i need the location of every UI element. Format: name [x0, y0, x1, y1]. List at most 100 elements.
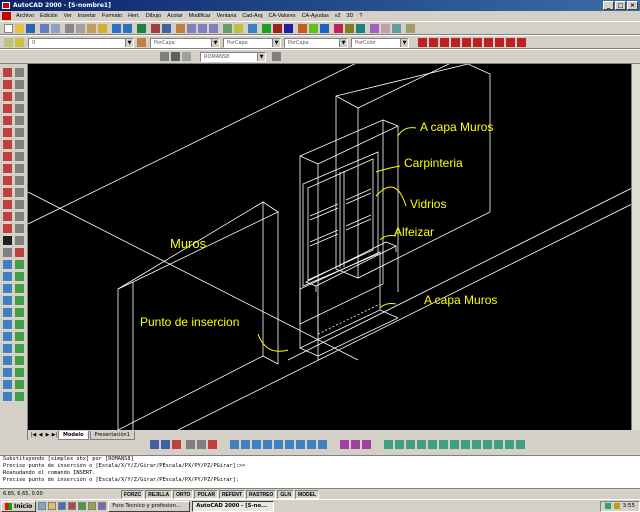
- osnap-endpoint-icon[interactable]: [418, 38, 427, 47]
- arq-left-19-icon[interactable]: [3, 368, 12, 377]
- explode-icon[interactable]: [3, 248, 12, 257]
- bottom-tool-9-icon[interactable]: [252, 440, 261, 449]
- arq-tool-7-icon[interactable]: [334, 24, 343, 33]
- prev-tab-icon[interactable]: ◀: [37, 431, 44, 439]
- move-icon[interactable]: [15, 128, 24, 137]
- arq-left-1-icon[interactable]: [3, 260, 12, 269]
- insert-block-icon[interactable]: [3, 176, 12, 185]
- arq-left-11-icon[interactable]: [3, 320, 12, 329]
- array-icon[interactable]: [15, 116, 24, 125]
- toggle-polar[interactable]: POLAR: [194, 489, 218, 499]
- arq-tool-4-icon[interactable]: [298, 24, 307, 33]
- lineweight-dropdown[interactable]: PorCapa ▼: [284, 38, 348, 48]
- arq-tool-5-icon[interactable]: [309, 24, 318, 33]
- arq-left-10-icon[interactable]: [15, 308, 24, 317]
- mirror-icon[interactable]: [15, 92, 24, 101]
- zoom-realtime-icon[interactable]: [187, 24, 196, 33]
- plotstyle-dropdown[interactable]: PorColor ▼: [351, 38, 409, 48]
- linetype-dropdown[interactable]: PorCapa ▼: [223, 38, 281, 48]
- layer-manager-icon[interactable]: [4, 38, 13, 47]
- task-autocad[interactable]: AutoCAD 2000 - [S-no...: [192, 500, 275, 512]
- offset-icon[interactable]: [15, 104, 24, 113]
- bottom-tool-11-icon[interactable]: [274, 440, 283, 449]
- hatch-icon[interactable]: [3, 212, 12, 221]
- tab-presentacion1[interactable]: Presentación1: [89, 430, 135, 440]
- menu-edicion[interactable]: Edición: [37, 13, 61, 19]
- arq-left-5-icon[interactable]: [3, 284, 12, 293]
- extend-icon[interactable]: [15, 200, 24, 209]
- tab-modelo[interactable]: Modelo: [58, 430, 89, 440]
- arq-left-2-icon[interactable]: [15, 260, 24, 269]
- bottom-tool-31-icon[interactable]: [516, 440, 525, 449]
- osnap-node-icon[interactable]: [495, 38, 504, 47]
- bottom-tool-17-icon[interactable]: [351, 440, 360, 449]
- line-icon[interactable]: [3, 68, 12, 77]
- bottom-tool-10-icon[interactable]: [263, 440, 272, 449]
- bottom-tool-29-icon[interactable]: [494, 440, 503, 449]
- command-prompt[interactable]: Precise punto de inserción o [Escala/X/Y…: [0, 477, 640, 484]
- layer-state-icon[interactable]: [15, 38, 24, 47]
- bottom-tool-1-icon[interactable]: [150, 440, 159, 449]
- osnap-midpoint-icon[interactable]: [429, 38, 438, 47]
- quicklaunch-app4-icon[interactable]: [98, 502, 107, 510]
- tray-volume-icon[interactable]: [613, 503, 620, 509]
- arq-left-24-icon[interactable]: [15, 392, 24, 401]
- make-block-icon[interactable]: [3, 188, 12, 197]
- quicklaunch-app-icon[interactable]: [68, 502, 77, 510]
- minimize-button[interactable]: _: [603, 1, 614, 10]
- autocad-app-icon[interactable]: [2, 2, 10, 9]
- toggle-forzc[interactable]: FORZC: [121, 489, 145, 499]
- arq-tool-13-icon[interactable]: [406, 24, 415, 33]
- print-icon[interactable]: [40, 24, 49, 33]
- bottom-tool-8-icon[interactable]: [241, 440, 250, 449]
- osnap-insert-icon[interactable]: [506, 38, 515, 47]
- osnap-perpendicular-icon[interactable]: [484, 38, 493, 47]
- text-tool-4-icon[interactable]: [272, 52, 281, 61]
- arq-tool-9-icon[interactable]: [356, 24, 365, 33]
- maximize-button[interactable]: □: [615, 1, 626, 10]
- arq-left-16-icon[interactable]: [15, 344, 24, 353]
- text-tool-2-icon[interactable]: [171, 52, 180, 61]
- menu-modificar[interactable]: Modificar: [186, 13, 214, 19]
- arq-left-22-icon[interactable]: [15, 380, 24, 389]
- quicklaunch-app3-icon[interactable]: [88, 502, 97, 510]
- menu-help[interactable]: ?: [356, 13, 365, 19]
- arq-left-9-icon[interactable]: [3, 308, 12, 317]
- bottom-tool-27-icon[interactable]: [472, 440, 481, 449]
- redo-icon[interactable]: [123, 24, 132, 33]
- bottom-tool-16-icon[interactable]: [340, 440, 349, 449]
- arq-left-15-icon[interactable]: [3, 344, 12, 353]
- pan-icon[interactable]: [176, 24, 185, 33]
- menu-ca-valores[interactable]: CA-Valores: [265, 13, 298, 19]
- circle-icon[interactable]: [3, 140, 12, 149]
- chamfer-icon[interactable]: [15, 224, 24, 233]
- bottom-tool-25-icon[interactable]: [450, 440, 459, 449]
- bottom-tool-22-icon[interactable]: [417, 440, 426, 449]
- osnap-quadrant-icon[interactable]: [462, 38, 471, 47]
- arc-icon[interactable]: [3, 128, 12, 137]
- design-center-icon[interactable]: [234, 24, 243, 33]
- quicklaunch-explorer-icon[interactable]: [48, 502, 57, 510]
- bottom-tool-28-icon[interactable]: [483, 440, 492, 449]
- break-icon[interactable]: [15, 212, 24, 221]
- bottom-tool-21-icon[interactable]: [406, 440, 415, 449]
- layer-dropdown[interactable]: 0 ▼: [28, 38, 134, 48]
- close-button[interactable]: ×: [627, 1, 638, 10]
- last-tab-icon[interactable]: ▶|: [51, 431, 58, 439]
- bottom-tool-15-icon[interactable]: [318, 440, 327, 449]
- arq-left-4-icon[interactable]: [15, 272, 24, 281]
- construction-line-icon[interactable]: [3, 80, 12, 89]
- drawing-area[interactable]: Muros Punto de insercion A capa Muros Ca…: [28, 64, 640, 430]
- menu-3d[interactable]: 3D: [344, 13, 357, 19]
- ellipse-icon[interactable]: [3, 164, 12, 173]
- zoom-window-icon[interactable]: [198, 24, 207, 33]
- arq-left-7-icon[interactable]: [3, 296, 12, 305]
- rectangle-icon[interactable]: [3, 116, 12, 125]
- mtext-icon[interactable]: [3, 236, 12, 245]
- paste-icon[interactable]: [87, 24, 96, 33]
- bottom-tool-12-icon[interactable]: [285, 440, 294, 449]
- bottom-tool-3-icon[interactable]: [172, 440, 181, 449]
- next-tab-icon[interactable]: ▶: [44, 431, 51, 439]
- tracking-icon[interactable]: [151, 24, 160, 33]
- arq-left-18-icon[interactable]: [15, 356, 24, 365]
